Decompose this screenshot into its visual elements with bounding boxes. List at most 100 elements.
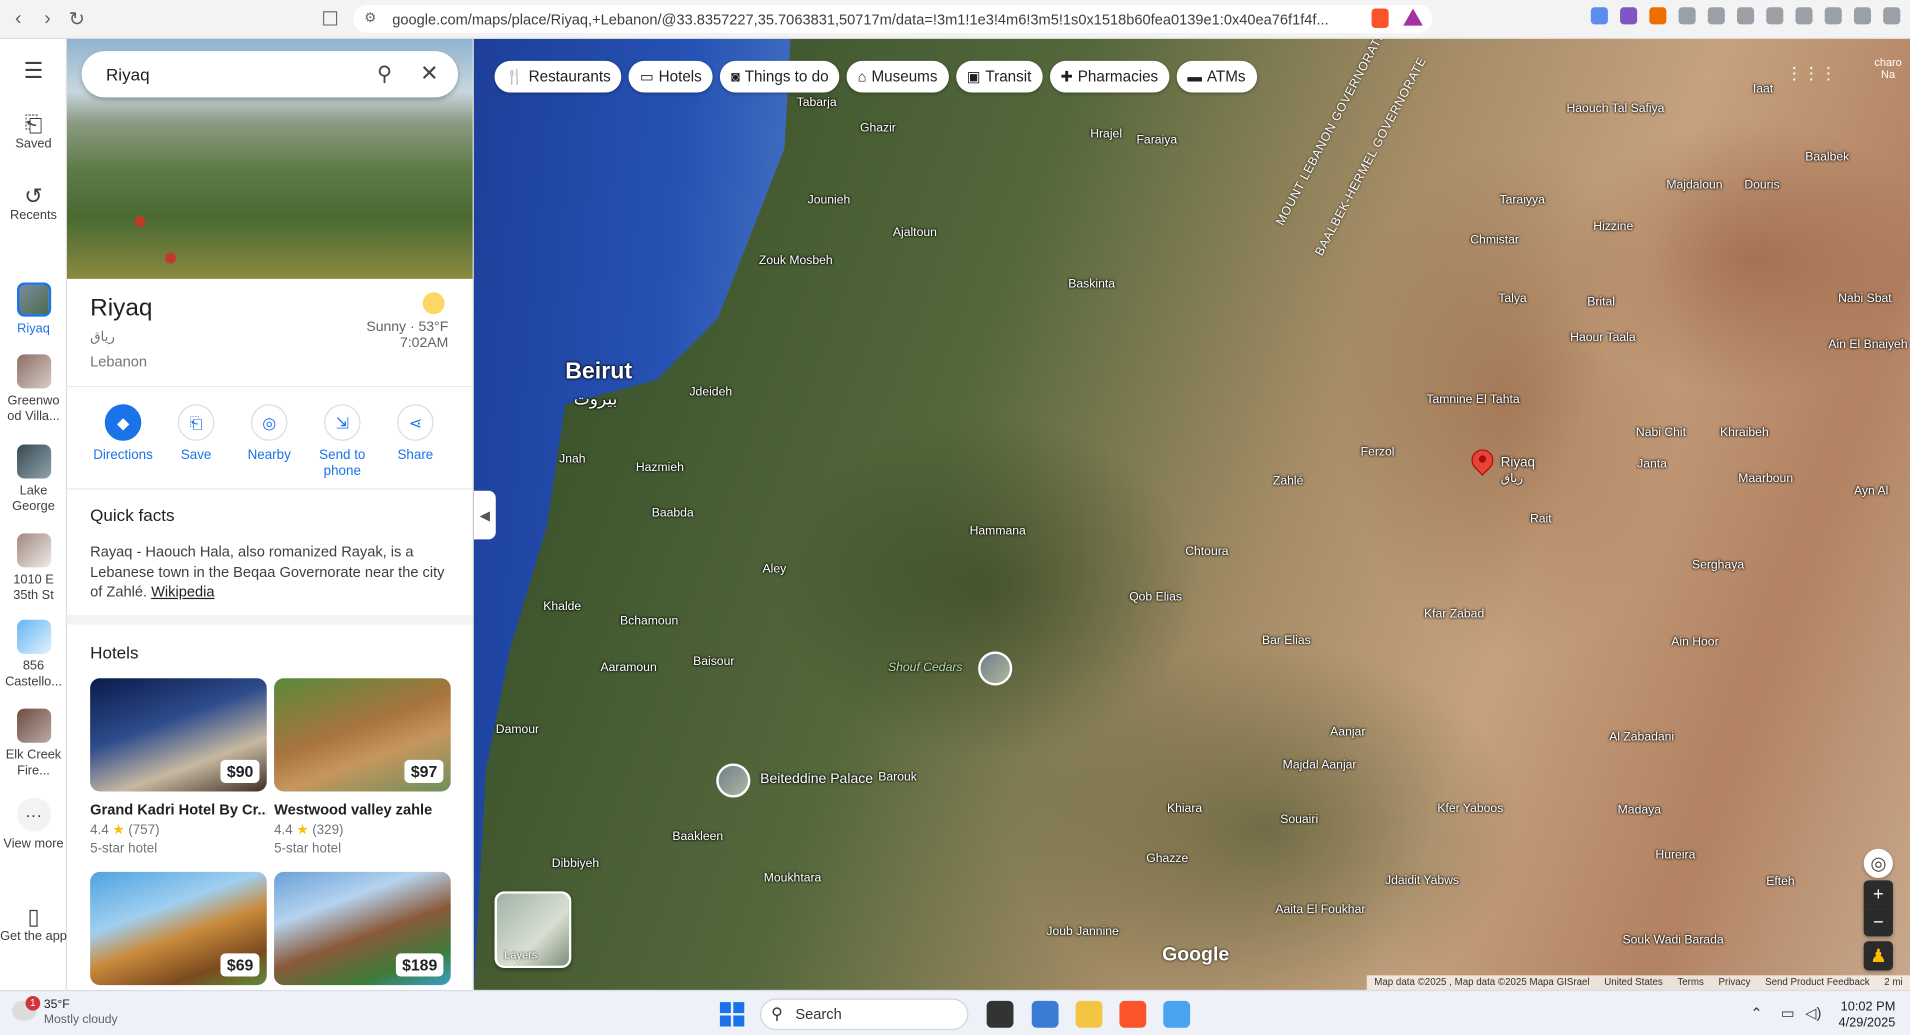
map-label-beiteddine[interactable]: Beiteddine Palace <box>760 772 873 786</box>
zoom-out-button[interactable]: − <box>1863 908 1893 937</box>
menu-icon[interactable] <box>1883 7 1901 25</box>
close-icon[interactable]: ✕ <box>420 61 438 87</box>
location-pin[interactable] <box>1466 444 1498 478</box>
download-icon[interactable] <box>1707 7 1725 25</box>
task-view-icon[interactable] <box>986 1000 1014 1028</box>
map-label[interactable]: Iaat <box>1753 83 1773 96</box>
map-label[interactable]: Tabarja <box>797 96 837 109</box>
chip-pharmacies[interactable]: ✚ Pharmacies <box>1049 60 1170 93</box>
map-label[interactable]: Madaya <box>1618 804 1661 817</box>
map-label[interactable]: Janta <box>1637 458 1667 471</box>
zoom-in-button[interactable]: + <box>1863 880 1893 909</box>
map-label[interactable]: Haour Taala <box>1570 331 1635 344</box>
map-label[interactable]: Hizzine <box>1593 220 1633 233</box>
map-label[interactable]: Baalbek <box>1805 151 1849 164</box>
map-label[interactable]: Ajaltoun <box>893 226 937 239</box>
hotel-card[interactable]: $69 <box>90 871 267 986</box>
map-label-shouf-cedars[interactable]: Shouf Cedars <box>888 661 962 674</box>
map-label[interactable]: Haouch Tal Safiya <box>1566 102 1664 115</box>
wikipedia-link[interactable]: Wikipedia <box>151 583 214 600</box>
map-label[interactable]: Aaita El Foukhar <box>1275 903 1365 916</box>
map-label[interactable]: Dibbiyeh <box>552 857 599 870</box>
map-label[interactable]: Baakleen <box>672 830 723 843</box>
hotel-card[interactable]: $189 <box>274 871 451 986</box>
layers-button[interactable]: Layers <box>494 891 572 969</box>
rail-recent-greenwood[interactable]: Greenwo od Villa... <box>0 354 67 425</box>
chip-atms[interactable]: ▬ ATMs <box>1176 60 1257 93</box>
map-label[interactable]: Ghazze <box>1146 852 1188 865</box>
map-label[interactable]: Bar Elias <box>1262 634 1311 647</box>
forward-icon[interactable]: › <box>34 6 61 33</box>
tray-chevron-icon[interactable]: ⌃ <box>1750 1005 1762 1022</box>
hotel-photo[interactable]: $90 <box>90 678 267 792</box>
shield-icon[interactable] <box>1853 7 1872 25</box>
map-label[interactable]: Efteh <box>1766 875 1794 888</box>
map-label[interactable]: Kfar Zabad <box>1424 608 1484 621</box>
widgets-icon[interactable] <box>1031 1000 1059 1028</box>
puzzle-icon[interactable] <box>1678 7 1696 25</box>
map-label[interactable]: Bchamoun <box>620 615 678 628</box>
fox-icon[interactable] <box>1649 7 1667 25</box>
united-states-link[interactable]: United States <box>1604 977 1663 989</box>
map-label[interactable]: Joub Jannine <box>1046 925 1118 938</box>
map-label[interactable]: Jounieh <box>808 194 851 207</box>
map-label[interactable]: Baisour <box>693 655 734 668</box>
rail-recent-lake-george[interactable]: Lake George <box>0 444 67 515</box>
map-label[interactable]: Khraibeh <box>1720 426 1769 439</box>
chip-museums[interactable]: ⌂ Museums <box>846 60 949 93</box>
map-label[interactable]: Aaramoun <box>601 661 657 674</box>
map-label[interactable]: Douris <box>1744 179 1779 192</box>
hotel-photo[interactable]: $69 <box>90 871 267 986</box>
map-label-beirut[interactable]: Beirut <box>565 360 632 383</box>
site-info-icon[interactable]: ⚙ <box>364 10 376 26</box>
brave-browser-icon[interactable] <box>1119 1000 1147 1028</box>
map-label[interactable]: Aley <box>763 563 787 576</box>
street-view-pegman[interactable]: ♟ <box>1863 941 1893 971</box>
share-button[interactable]: ⋖ Share <box>379 404 452 464</box>
map-label[interactable]: Jdeideh <box>689 386 732 399</box>
poi-beiteddine[interactable] <box>716 763 751 798</box>
account-avatar[interactable]: charo Na <box>1870 56 1907 90</box>
file-explorer-icon[interactable] <box>1075 1000 1103 1028</box>
map-label[interactable]: Rait <box>1530 513 1552 526</box>
map-label[interactable]: Baskinta <box>1068 278 1115 291</box>
map-label[interactable]: Ghazir <box>860 122 896 135</box>
apps-grid-icon[interactable]: ⋮⋮⋮ <box>1786 63 1837 84</box>
back-icon[interactable]: ‹ <box>5 6 32 33</box>
chip-hotels[interactable]: ▭ Hotels <box>628 60 713 93</box>
map-label[interactable]: Baabda <box>652 507 694 520</box>
map-label[interactable]: Faraiya <box>1136 134 1177 147</box>
rail-recents[interactable]: ↺ Recents <box>0 185 67 224</box>
map-label[interactable]: Al Zabadani <box>1609 731 1674 744</box>
map-label[interactable]: Souk Wadi Barada <box>1623 934 1724 947</box>
map-label[interactable]: Jnah <box>559 453 585 466</box>
map-label[interactable]: Talya <box>1498 292 1526 305</box>
search-input[interactable]: Riyaq <box>106 65 150 84</box>
map-label[interactable]: Jdaidit Yabws <box>1385 874 1459 887</box>
map-label[interactable]: Chtoura <box>1185 546 1228 559</box>
map-label[interactable]: Maarboun <box>1738 472 1793 485</box>
network-icon[interactable]: ▭ <box>1781 1005 1795 1022</box>
map-label[interactable]: Qob Elias <box>1129 591 1182 604</box>
map-label[interactable]: Taraiyya <box>1499 194 1544 207</box>
brave-rewards-icon[interactable] <box>1403 8 1423 26</box>
rail-menu[interactable]: ☰ <box>0 60 67 82</box>
map-label[interactable]: Souairi <box>1280 813 1318 826</box>
map-label[interactable]: Hureira <box>1655 849 1695 862</box>
rail-recent-castello[interactable]: 856 Castello... <box>0 619 67 691</box>
chip-transit[interactable]: ▣ Transit <box>955 60 1043 93</box>
chip-things-to-do[interactable]: ◙ Things to do <box>720 60 840 93</box>
save-button[interactable]: ⎗ Save <box>160 404 233 464</box>
sidebar-icon[interactable] <box>1766 7 1784 25</box>
address-bar[interactable]: ⚙ google.com/maps/place/Riyaq,+Lebanon/@… <box>353 4 1433 33</box>
map-label[interactable]: Brital <box>1587 296 1615 309</box>
map-label[interactable]: Damour <box>496 723 539 736</box>
map-label-riyaq[interactable]: Riyaq <box>1501 456 1535 470</box>
collapse-panel-button[interactable]: ◀ <box>473 490 496 540</box>
map-label[interactable]: Barouk <box>878 771 917 784</box>
taskbar-search[interactable]: ⚲ Search <box>760 998 969 1031</box>
taskbar-clock[interactable]: 10:02 PM 4/29/2025 <box>1838 1000 1895 1032</box>
nearby-button[interactable]: ◎ Nearby <box>233 404 306 464</box>
map-label[interactable]: Ain Hoor <box>1671 636 1718 649</box>
map-label[interactable]: Ayn Al <box>1854 485 1888 498</box>
